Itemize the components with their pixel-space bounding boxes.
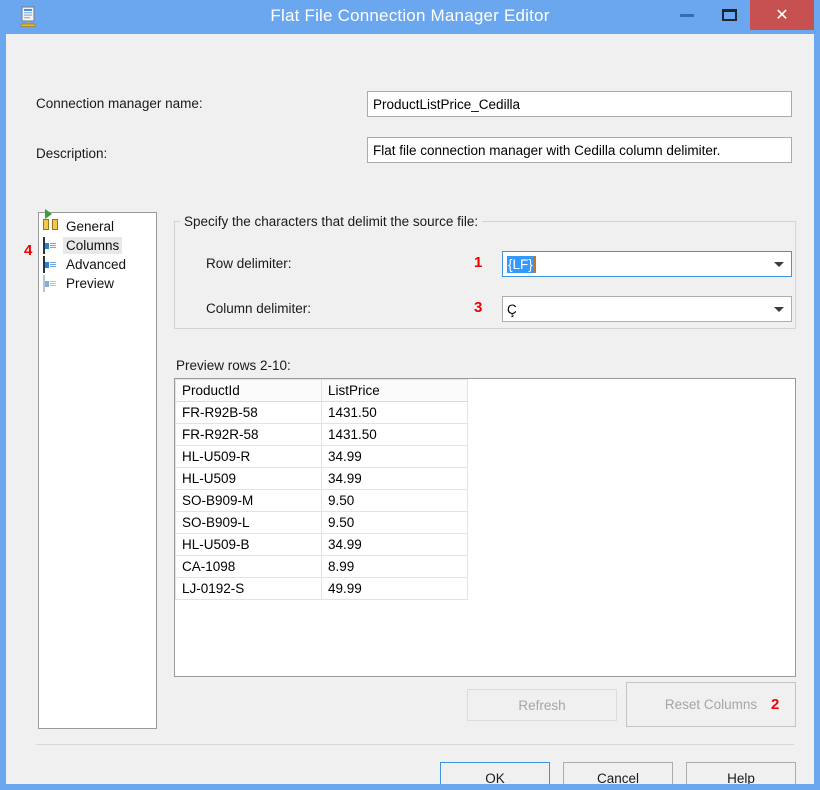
table-row[interactable]: SO-B909-L 9.50	[175, 511, 468, 534]
table-row[interactable]: FR-R92B-58 1431.50	[175, 401, 468, 424]
cell-listprice: 9.50	[321, 489, 468, 512]
cell-listprice: 34.99	[321, 533, 468, 556]
delimiters-groupbox-title: Specify the characters that delimit the …	[180, 214, 483, 229]
annotation-marker-4: 4	[24, 242, 33, 259]
table-row[interactable]: FR-R92R-58 1431.50	[175, 423, 468, 446]
annotation-marker-3: 3	[474, 299, 483, 316]
dialog-body: Connection manager name: ProductListPric…	[6, 34, 814, 784]
tree-item-columns[interactable]: Columns	[43, 236, 154, 255]
row-delimiter-combobox[interactable]: {LF}	[502, 251, 792, 277]
preview-table: ProductId ListPrice FR-R92B-58 1431.50 F…	[175, 379, 468, 600]
connection-manager-name-input[interactable]: ProductListPrice_Cedilla	[367, 91, 792, 117]
cell-productid: HL-U509	[175, 467, 322, 490]
close-button[interactable]: ✕	[750, 0, 814, 30]
connection-manager-name-label: Connection manager name:	[36, 96, 203, 111]
advanced-grid-icon	[43, 256, 59, 273]
cell-listprice: 1431.50	[321, 423, 468, 446]
dialog-window: Flat File Connection Manager Editor ✕ Co…	[0, 0, 820, 790]
table-row[interactable]: HL-U509-B 34.99	[175, 533, 468, 556]
cell-productid: HL-U509-B	[175, 533, 322, 556]
annotation-marker-2: 2	[771, 696, 780, 713]
column-delimiter-value: Ç	[507, 301, 517, 317]
refresh-button[interactable]: Refresh	[467, 689, 617, 721]
preview-grid[interactable]: ProductId ListPrice FR-R92B-58 1431.50 F…	[174, 378, 796, 677]
window-controls: ✕	[666, 0, 814, 34]
cell-listprice: 49.99	[321, 577, 468, 600]
table-header-row: ProductId ListPrice	[175, 379, 468, 402]
cell-listprice: 34.99	[321, 467, 468, 490]
preview-grid-icon	[43, 275, 59, 292]
maximize-button[interactable]	[708, 0, 750, 30]
cell-listprice: 8.99	[321, 555, 468, 578]
tree-item-general-label: General	[66, 219, 115, 234]
cell-productid: SO-B909-M	[175, 489, 322, 512]
description-input[interactable]: Flat file connection manager with Cedill…	[367, 137, 792, 163]
tree-item-columns-label: Columns	[63, 237, 123, 254]
chevron-down-icon[interactable]	[767, 297, 791, 321]
cell-productid: LJ-0192-S	[175, 577, 322, 600]
table-row[interactable]: HL-U509-R 34.99	[175, 445, 468, 468]
general-connector-icon	[43, 209, 59, 234]
cell-productid: FR-R92B-58	[175, 401, 322, 424]
cell-listprice: 34.99	[321, 445, 468, 468]
column-header-listprice[interactable]: ListPrice	[321, 379, 468, 402]
footer-separator	[36, 744, 794, 745]
cancel-button[interactable]: Cancel	[563, 762, 673, 784]
minimize-icon	[680, 13, 694, 17]
row-delimiter-label: Row delimiter:	[206, 256, 292, 271]
tree-item-general[interactable]: General	[43, 209, 154, 236]
cell-listprice: 1431.50	[321, 401, 468, 424]
tree-item-preview[interactable]: Preview	[43, 274, 154, 293]
table-row[interactable]: HL-U509 34.99	[175, 467, 468, 490]
cell-productid: HL-U509-R	[175, 445, 322, 468]
page-tree[interactable]: General Columns Advanced Preview	[38, 209, 157, 729]
row-delimiter-value: {LF}	[507, 255, 533, 273]
column-delimiter-combobox[interactable]: Ç	[502, 296, 792, 322]
cell-productid: CA-1098	[175, 555, 322, 578]
cell-productid: SO-B909-L	[175, 511, 322, 534]
tree-item-advanced[interactable]: Advanced	[43, 255, 154, 274]
column-header-productid[interactable]: ProductId	[175, 379, 322, 402]
cell-listprice: 9.50	[321, 511, 468, 534]
annotation-marker-1: 1	[474, 254, 483, 271]
title-bar[interactable]: Flat File Connection Manager Editor ✕	[6, 0, 814, 34]
maximize-icon	[721, 9, 737, 21]
help-button[interactable]: Help	[686, 762, 796, 784]
ok-button[interactable]: OK	[440, 762, 550, 784]
table-row[interactable]: LJ-0192-S 49.99	[175, 577, 468, 600]
cell-productid: FR-R92R-58	[175, 423, 322, 446]
minimize-button[interactable]	[666, 0, 708, 30]
tree-item-preview-label: Preview	[66, 276, 115, 291]
columns-grid-icon	[43, 237, 59, 254]
table-row[interactable]: SO-B909-M 9.50	[175, 489, 468, 512]
chevron-down-icon[interactable]	[767, 252, 791, 276]
description-label: Description:	[36, 146, 108, 161]
table-row[interactable]: CA-1098 8.99	[175, 555, 468, 578]
column-delimiter-label: Column delimiter:	[206, 301, 312, 316]
tree-item-advanced-label: Advanced	[66, 257, 127, 272]
preview-rows-label: Preview rows 2-10:	[176, 358, 291, 373]
preview-table-body: FR-R92B-58 1431.50 FR-R92R-58 1431.50 HL…	[175, 401, 468, 600]
